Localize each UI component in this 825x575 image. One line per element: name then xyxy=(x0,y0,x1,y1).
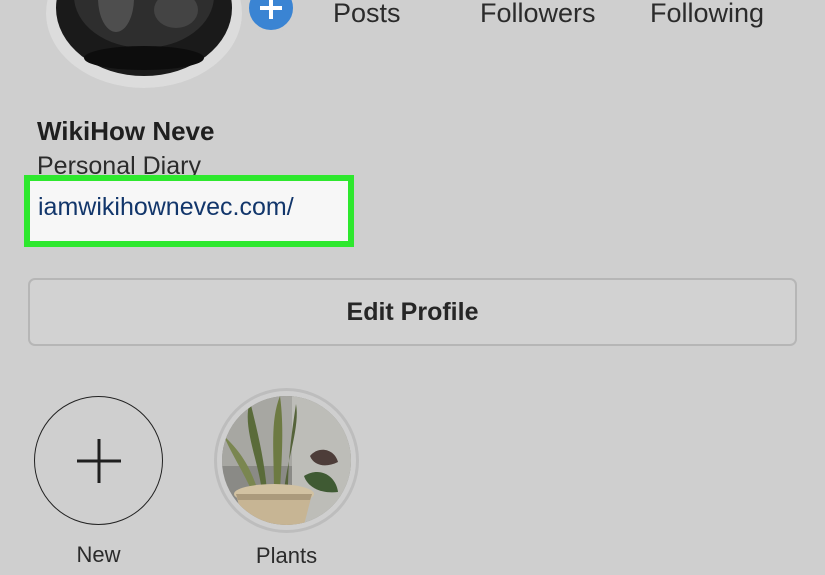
plus-icon xyxy=(76,438,121,483)
add-story-button[interactable] xyxy=(246,0,296,33)
highlight-new[interactable]: New xyxy=(34,396,163,567)
profile-display-name: WikiHow Neve xyxy=(37,116,215,146)
plants-thumbnail xyxy=(222,396,351,525)
profile-avatar-container[interactable] xyxy=(46,0,296,88)
edit-profile-button[interactable]: Edit Profile xyxy=(28,278,797,346)
new-highlight-circle[interactable] xyxy=(34,396,163,525)
profile-stats: Posts Followers Following xyxy=(300,0,820,40)
posts-stat[interactable]: Posts xyxy=(333,0,401,29)
highlight-label-new: New xyxy=(76,542,121,567)
highlight-label-plants: Plants xyxy=(255,543,318,568)
following-stat[interactable]: Following xyxy=(650,0,764,29)
website-link-highlight: iamwikihownevec.com/ xyxy=(24,175,354,247)
highlight-plants[interactable]: Plants xyxy=(214,388,359,568)
plants-highlight-ring[interactable] xyxy=(214,388,359,533)
plus-icon xyxy=(260,0,282,19)
avatar[interactable] xyxy=(46,0,242,88)
profile-bio: Personal Diary xyxy=(37,152,201,176)
website-link[interactable]: iamwikihownevec.com/ xyxy=(38,193,294,222)
followers-stat[interactable]: Followers xyxy=(480,0,596,29)
